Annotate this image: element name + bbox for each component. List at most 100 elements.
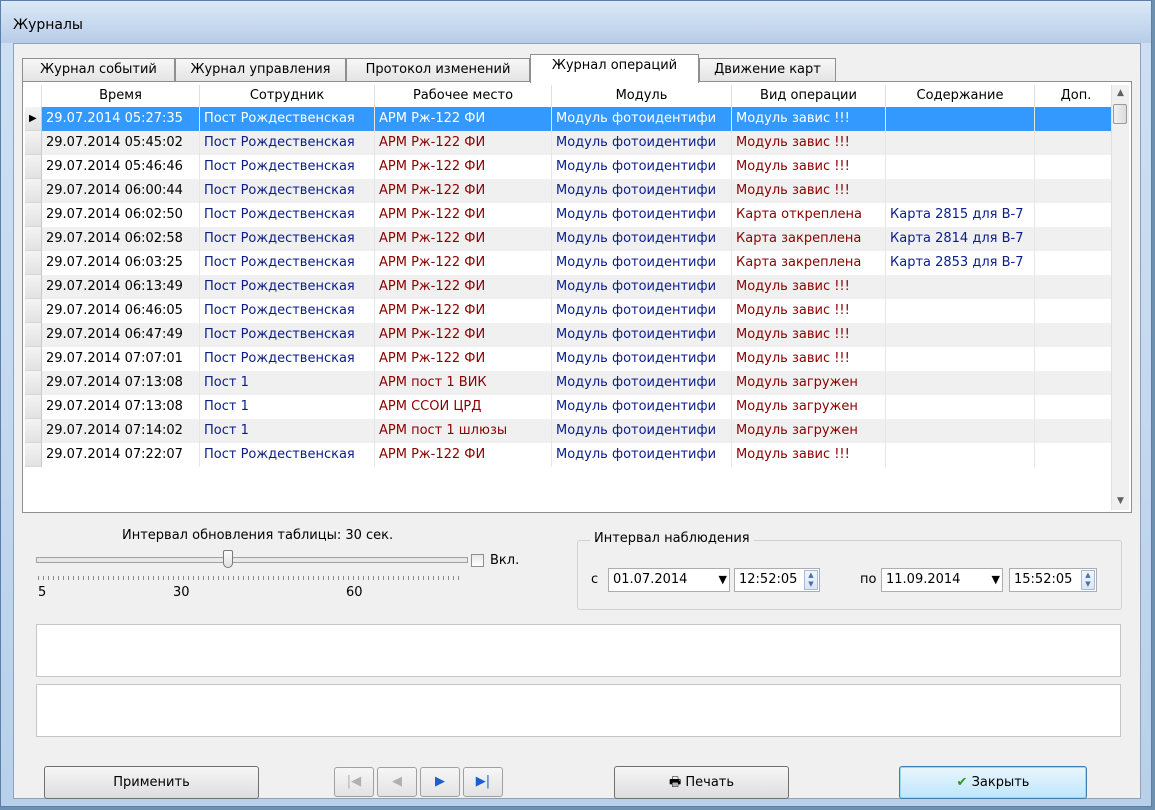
cell-time[interactable]: 29.07.2014 06:47:49 xyxy=(42,323,200,347)
table-row[interactable]: 29.07.2014 06:02:50 Пост Рождественская АР… xyxy=(25,203,1118,227)
chevron-down-icon[interactable]: ▼ xyxy=(992,569,1000,591)
cell-content[interactable] xyxy=(886,299,1035,323)
cell-content[interactable] xyxy=(886,443,1035,467)
cell-content[interactable] xyxy=(886,107,1035,131)
table-row[interactable]: 29.07.2014 06:13:49 Пост Рождественская АР… xyxy=(25,275,1118,299)
table-row[interactable]: 29.07.2014 06:00:44 Пост Рождественская АР… xyxy=(25,179,1118,203)
cell-time[interactable]: 29.07.2014 05:46:46 xyxy=(42,155,200,179)
table-vertical-scrollbar[interactable]: ▲ ▼ xyxy=(1111,85,1129,510)
tab-event-log[interactable]: Журнал событий xyxy=(22,58,175,82)
cell-extra[interactable] xyxy=(1035,203,1118,227)
table-row[interactable]: 29.07.2014 05:45:02 Пост Рождественская АР… xyxy=(25,131,1118,155)
cell-workplace[interactable]: АРМ Рж-122 ФИ xyxy=(375,131,552,155)
cell-time[interactable]: 29.07.2014 06:02:58 xyxy=(42,227,200,251)
cell-employee[interactable]: Пост 1 xyxy=(200,395,375,419)
table-row[interactable]: 29.07.2014 07:14:02 Пост 1 АРМ пост 1 шлюз… xyxy=(25,419,1118,443)
cell-time[interactable]: 29.07.2014 06:46:05 xyxy=(42,299,200,323)
table-row[interactable]: 29.07.2014 07:22:07 Пост Рождественская АР… xyxy=(25,443,1118,467)
close-button[interactable]: ✔ Закрыть xyxy=(899,766,1087,799)
cell-workplace[interactable]: АРМ Рж-122 ФИ xyxy=(375,347,552,371)
cell-extra[interactable] xyxy=(1035,227,1118,251)
tab-operations-log[interactable]: Журнал операций xyxy=(530,54,699,83)
cell-extra[interactable] xyxy=(1035,131,1118,155)
first-page-button[interactable]: |◀ xyxy=(334,767,374,797)
cell-employee[interactable]: Пост Рождественская xyxy=(200,179,375,203)
tab-change-protocol[interactable]: Протокол изменений xyxy=(346,58,530,82)
from-date-picker[interactable]: 01.07.2014 ▼ xyxy=(608,568,730,592)
cell-time[interactable]: 29.07.2014 07:07:01 xyxy=(42,347,200,371)
cell-workplace[interactable]: АРМ Рж-122 ФИ xyxy=(375,203,552,227)
row-indicator[interactable] xyxy=(25,323,42,347)
cell-extra[interactable] xyxy=(1035,275,1118,299)
cell-content[interactable] xyxy=(886,155,1035,179)
scroll-up-arrow-icon[interactable]: ▲ xyxy=(1112,85,1129,102)
cell-workplace[interactable]: АРМ Рж-122 ФИ xyxy=(375,227,552,251)
table-row[interactable]: 29.07.2014 06:02:58 Пост Рождественская АР… xyxy=(25,227,1118,251)
cell-module[interactable]: Модуль фотоидентифи xyxy=(552,203,732,227)
cell-workplace[interactable]: АРМ Рж-122 ФИ xyxy=(375,251,552,275)
row-indicator[interactable] xyxy=(25,371,42,395)
cell-operation[interactable]: Модуль завис !!! xyxy=(732,299,886,323)
to-time-field[interactable]: 15:52:05 ▲ ▼ xyxy=(1009,568,1097,592)
row-indicator[interactable] xyxy=(25,179,42,203)
row-indicator[interactable] xyxy=(25,419,42,443)
cell-extra[interactable] xyxy=(1035,419,1118,443)
cell-employee[interactable]: Пост Рождественская xyxy=(200,323,375,347)
cell-time[interactable]: 29.07.2014 07:22:07 xyxy=(42,443,200,467)
cell-extra[interactable] xyxy=(1035,299,1118,323)
cell-employee[interactable]: Пост Рождественская xyxy=(200,155,375,179)
cell-operation[interactable]: Модуль завис !!! xyxy=(732,275,886,299)
cell-operation[interactable]: Модуль загружен xyxy=(732,371,886,395)
cell-content[interactable]: Карта 2814 для В-7 xyxy=(886,227,1035,251)
title-bar[interactable]: Журналы xyxy=(1,1,1151,43)
table-row[interactable]: 29.07.2014 07:13:08 Пост 1 АРМ пост 1 ВИК М… xyxy=(25,371,1118,395)
column-header-time[interactable]: Время xyxy=(42,85,200,107)
cell-content[interactable] xyxy=(886,395,1035,419)
cell-module[interactable]: Модуль фотоидентифи xyxy=(552,275,732,299)
cell-extra[interactable] xyxy=(1035,107,1118,131)
last-page-button[interactable]: ▶| xyxy=(463,767,503,797)
column-header-module[interactable]: Модуль xyxy=(552,85,732,107)
cell-employee[interactable]: Пост Рождественская xyxy=(200,347,375,371)
next-page-button[interactable]: ▶ xyxy=(420,767,460,797)
refresh-slider-track[interactable] xyxy=(36,557,468,563)
cell-time[interactable]: 29.07.2014 07:13:08 xyxy=(42,371,200,395)
cell-content[interactable]: Карта 2815 для В-7 xyxy=(886,203,1035,227)
cell-content[interactable] xyxy=(886,419,1035,443)
cell-content[interactable] xyxy=(886,347,1035,371)
refresh-enabled-checkbox[interactable] xyxy=(471,554,484,567)
cell-workplace[interactable]: АРМ Рж-122 ФИ xyxy=(375,299,552,323)
print-button[interactable]: 🖶 Печать xyxy=(614,766,789,799)
column-header-employee[interactable]: Сотрудник xyxy=(200,85,375,107)
cell-workplace[interactable]: АРМ Рж-122 ФИ xyxy=(375,155,552,179)
cell-workplace[interactable]: АРМ ССОИ ЦРД xyxy=(375,395,552,419)
scroll-down-arrow-icon[interactable]: ▼ xyxy=(1112,493,1129,510)
cell-employee[interactable]: Пост Рождественская xyxy=(200,203,375,227)
cell-module[interactable]: Модуль фотоидентифи xyxy=(552,347,732,371)
cell-extra[interactable] xyxy=(1035,179,1118,203)
cell-module[interactable]: Модуль фотоидентифи xyxy=(552,419,732,443)
cell-employee[interactable]: Пост Рождественская xyxy=(200,443,375,467)
row-indicator[interactable] xyxy=(25,251,42,275)
row-indicator[interactable] xyxy=(25,299,42,323)
cell-module[interactable]: Модуль фотоидентифи xyxy=(552,107,732,131)
cell-operation[interactable]: Модуль завис !!! xyxy=(732,179,886,203)
cell-workplace[interactable]: АРМ Рж-122 ФИ xyxy=(375,323,552,347)
cell-time[interactable]: 29.07.2014 07:13:08 xyxy=(42,395,200,419)
cell-operation[interactable]: Модуль завис !!! xyxy=(732,107,886,131)
details-textbox-1[interactable] xyxy=(36,624,1121,677)
column-header-operation[interactable]: Вид операции xyxy=(732,85,886,107)
cell-employee[interactable]: Пост 1 xyxy=(200,371,375,395)
row-indicator[interactable] xyxy=(25,395,42,419)
cell-time[interactable]: 29.07.2014 06:00:44 xyxy=(42,179,200,203)
cell-extra[interactable] xyxy=(1035,155,1118,179)
column-header-workplace[interactable]: Рабочее место xyxy=(375,85,552,107)
cell-workplace[interactable]: АРМ Рж-122 ФИ xyxy=(375,275,552,299)
cell-extra[interactable] xyxy=(1035,347,1118,371)
cell-content[interactable]: Карта 2853 для В-7 xyxy=(886,251,1035,275)
cell-module[interactable]: Модуль фотоидентифи xyxy=(552,155,732,179)
row-indicator[interactable] xyxy=(25,155,42,179)
row-indicator[interactable] xyxy=(25,443,42,467)
cell-extra[interactable] xyxy=(1035,371,1118,395)
table-row[interactable]: ▶ 29.07.2014 05:27:35 Пост Рождественская А… xyxy=(25,107,1118,131)
